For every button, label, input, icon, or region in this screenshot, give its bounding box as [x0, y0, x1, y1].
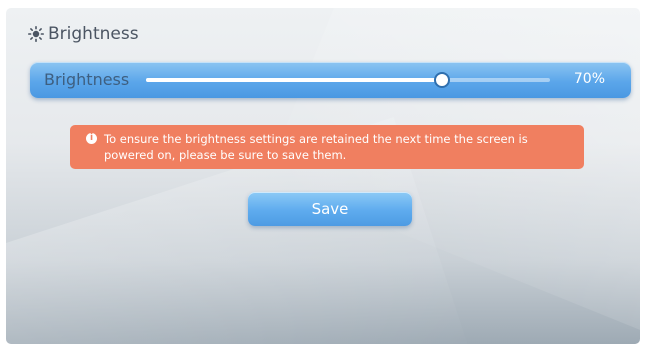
page-title: Brightness	[28, 24, 139, 44]
notice-text: To ensure the brightness settings are re…	[104, 132, 528, 162]
brightness-slider-thumb[interactable]	[433, 72, 450, 88]
brightness-slider-fill	[146, 78, 441, 82]
brightness-panel: Brightness Brightness 70% i To ensure th…	[6, 8, 640, 344]
save-reminder-notice: i To ensure the brightness settings are …	[70, 125, 584, 169]
brightness-value: 70%	[573, 71, 605, 87]
brightness-slider-bar: Brightness 70%	[30, 62, 631, 98]
save-button[interactable]: Save	[248, 192, 412, 226]
info-icon: i	[86, 133, 97, 144]
page-title-text: Brightness	[48, 24, 139, 44]
brightness-slider-track[interactable]	[146, 72, 550, 88]
sun-icon	[28, 26, 44, 42]
brightness-slider-label: Brightness	[44, 70, 130, 89]
